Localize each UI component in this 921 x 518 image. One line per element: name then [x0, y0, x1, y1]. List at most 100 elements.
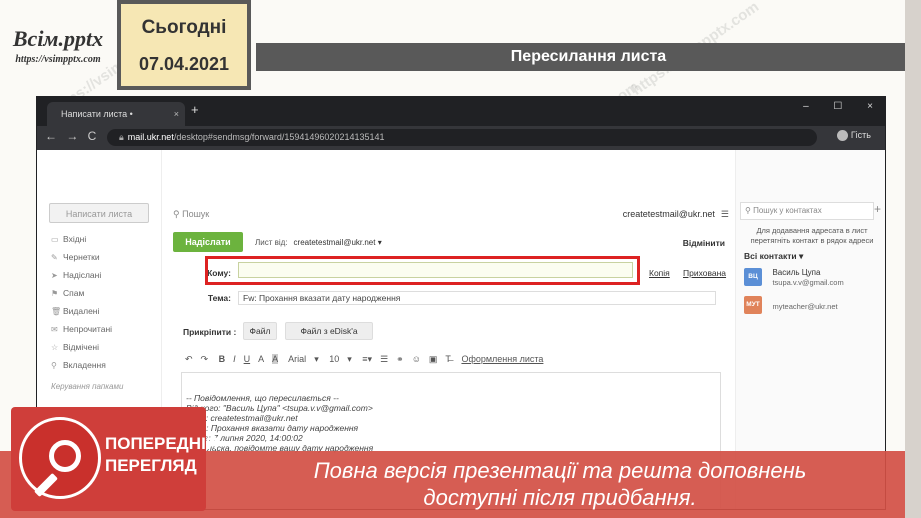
- url-path: /desktop#sendmsg/forward/159414960202141…: [173, 132, 385, 142]
- add-contact-button[interactable]: +: [874, 202, 881, 216]
- write-mail-button[interactable]: Написати листа: [49, 203, 149, 223]
- folder-inbox[interactable]: ▭ Вхідні: [51, 234, 86, 244]
- close-tab-icon[interactable]: ×: [174, 102, 179, 126]
- to-field-highlight: [205, 256, 640, 285]
- from-value: createtestmail@ukr.net ▾: [293, 238, 382, 247]
- italic-button[interactable]: I: [233, 354, 236, 364]
- menu-icon[interactable]: ☰: [721, 209, 729, 219]
- folder-unread[interactable]: ✉ Непрочитані: [51, 324, 112, 334]
- address-bar: ← → C 🔒︎ mail.ukr.net/desktop#sendmsg/for…: [37, 126, 885, 150]
- folder-label: Видалені: [63, 306, 100, 316]
- body-line: Кому: createtestmail@ukr.net: [186, 413, 298, 423]
- manage-folders-link[interactable]: Керування папками: [51, 382, 123, 391]
- search-icon: ⚲: [173, 209, 183, 219]
- list-icon[interactable]: ☰: [380, 354, 388, 364]
- new-tab-button[interactable]: +: [191, 102, 199, 117]
- preview-badge[interactable]: ПОПЕРЕДНІЙ ПЕРЕГЛЯД: [11, 407, 218, 511]
- envelope-icon: ✉: [51, 325, 58, 334]
- today-date: 07.04.2021: [138, 54, 230, 74]
- folder-drafts[interactable]: ✎ Чернетки: [51, 252, 100, 262]
- align-icon[interactable]: ≡▾: [362, 354, 372, 364]
- body-line: Від кого: "Василь Цупа" <tsupa.v.v@gmail…: [186, 403, 373, 413]
- paperclip-icon: ⚲: [51, 361, 57, 370]
- contact-email: myteacher@ukr.net: [772, 302, 838, 311]
- sent-icon: ➤: [51, 271, 58, 280]
- folder-label: Вкладення: [63, 360, 106, 370]
- promo-line-2: доступні після придбання.: [423, 485, 697, 510]
- cancel-button[interactable]: Відмінити: [683, 238, 725, 248]
- trash-icon: 🗑︎: [51, 307, 62, 316]
- logo-url: https://vsimpptx.com: [15, 54, 101, 65]
- folder-deleted[interactable]: 🗑︎ Видалені: [51, 306, 99, 316]
- search-icon: ⚲: [745, 206, 754, 215]
- chevron-down-icon[interactable]: ▾: [347, 354, 352, 364]
- folder-label: Надіслані: [63, 270, 102, 280]
- contact-email: tsupa.v.v@gmail.com: [772, 278, 844, 287]
- cc-link[interactable]: Копія: [649, 268, 670, 278]
- logo-title: Всім.pptx: [12, 26, 104, 51]
- subject-label: Тема:: [207, 293, 231, 303]
- lock-icon: 🔒︎: [119, 132, 124, 142]
- from-selector[interactable]: Лист від: createtestmail@ukr.net ▾: [255, 238, 382, 247]
- badge-line-1: ПОПЕРЕДНІЙ: [105, 434, 219, 453]
- underline-button[interactable]: U: [244, 354, 251, 364]
- nav-buttons[interactable]: ← → C: [45, 129, 96, 143]
- attach-label: Прикріпити :: [183, 327, 237, 337]
- send-button[interactable]: Надіслати: [173, 232, 243, 252]
- draft-icon: ✎: [51, 253, 58, 262]
- contact-item[interactable]: ВЦ Василь Цупа tsupa.v.v@gmail.com: [744, 268, 884, 290]
- folder-spam[interactable]: ⚑ Спам: [51, 288, 84, 298]
- subject-field[interactable]: Fw: Прохання вказати дату народження: [238, 291, 716, 305]
- promo-line-1: Повна версія презентації та решта доповн…: [313, 458, 807, 483]
- redo-icon[interactable]: ↷: [201, 354, 209, 364]
- url-field[interactable]: 🔒︎ mail.ukr.net/desktop#sendmsg/forward/1…: [107, 129, 817, 146]
- account-menu[interactable]: createtestmail@ukr.net ☰: [623, 209, 729, 220]
- slide-title: Пересилання листа: [256, 43, 921, 71]
- body-line: Дата: 7 липня 2020, 14:00:02: [186, 433, 303, 443]
- folder-label: Відмічені: [63, 342, 99, 352]
- account-email: createtestmail@ukr.net: [622, 209, 715, 219]
- folder-label: Чернетки: [63, 252, 100, 262]
- link-icon[interactable]: ⚭: [396, 354, 404, 364]
- font-color-button[interactable]: A: [258, 354, 264, 364]
- url-host: mail.ukr.net: [127, 132, 174, 142]
- search-placeholder: Пошук: [182, 209, 210, 219]
- bcc-link[interactable]: Прихована: [683, 268, 726, 278]
- guest-profile[interactable]: Гість: [836, 130, 871, 142]
- date-box: Сьогодні 07.04.2021: [117, 0, 251, 90]
- editor-toolbar: ↶ ↷ BIUAA Arial ▾ 10 ▾ ≡▾ ☰ ⚭ ☺ ▣ T̶ Оформлення …: [185, 354, 725, 365]
- window-controls[interactable]: – ☐ ×: [803, 101, 873, 112]
- site-logo: Всім.pptx https://vsimpptx.com: [2, 26, 114, 76]
- spam-icon: ⚑: [51, 289, 59, 298]
- from-label: Лист від:: [255, 238, 288, 247]
- folder-label: Вхідні: [63, 234, 87, 244]
- emoji-icon[interactable]: ☺: [412, 354, 421, 364]
- folder-label: Спам: [63, 288, 85, 298]
- contacts-search-placeholder: Пошук у контактах: [753, 206, 822, 215]
- image-icon[interactable]: ▣: [429, 354, 438, 364]
- highlight-button[interactable]: A: [272, 354, 279, 364]
- folder-label: Непрочитані: [63, 324, 113, 334]
- mail-search[interactable]: ⚲ Пошук: [173, 209, 209, 220]
- folder-starred[interactable]: ☆ Відмічені: [51, 342, 99, 352]
- attach-edisk-button[interactable]: Файл з eDisk'a: [285, 322, 373, 340]
- format-link[interactable]: Оформлення листа: [461, 354, 543, 364]
- clear-format-icon[interactable]: T̶: [445, 354, 451, 364]
- all-contacts-toggle[interactable]: Всі контакти ▾: [744, 251, 803, 262]
- promo-text: Повна версія презентації та решта доповн…: [250, 457, 870, 511]
- font-size-select[interactable]: 10: [329, 354, 339, 364]
- attach-file-button[interactable]: Файл: [243, 322, 277, 340]
- body-line: -- Повідомлення, що пересилається --: [186, 393, 339, 403]
- browser-tab[interactable]: Написати листа • createtestmail ×: [47, 102, 185, 143]
- bold-button[interactable]: B: [219, 354, 226, 364]
- chevron-down-icon[interactable]: ▾: [314, 354, 319, 364]
- folder-attachments[interactable]: ⚲ Вкладення: [51, 360, 106, 370]
- badge-line-2: ПЕРЕГЛЯД: [105, 456, 197, 475]
- folder-sent[interactable]: ➤ Надіслані: [51, 270, 101, 280]
- body-line: Тема: Прохання вказати дату народження: [186, 423, 359, 433]
- contact-item[interactable]: МУТ myteacher@ukr.net: [744, 296, 884, 314]
- avatar: МУТ: [744, 296, 762, 314]
- contacts-search[interactable]: ⚲ Пошук у контактах: [740, 202, 874, 220]
- undo-icon[interactable]: ↶: [185, 354, 193, 364]
- font-select[interactable]: Arial: [288, 354, 306, 364]
